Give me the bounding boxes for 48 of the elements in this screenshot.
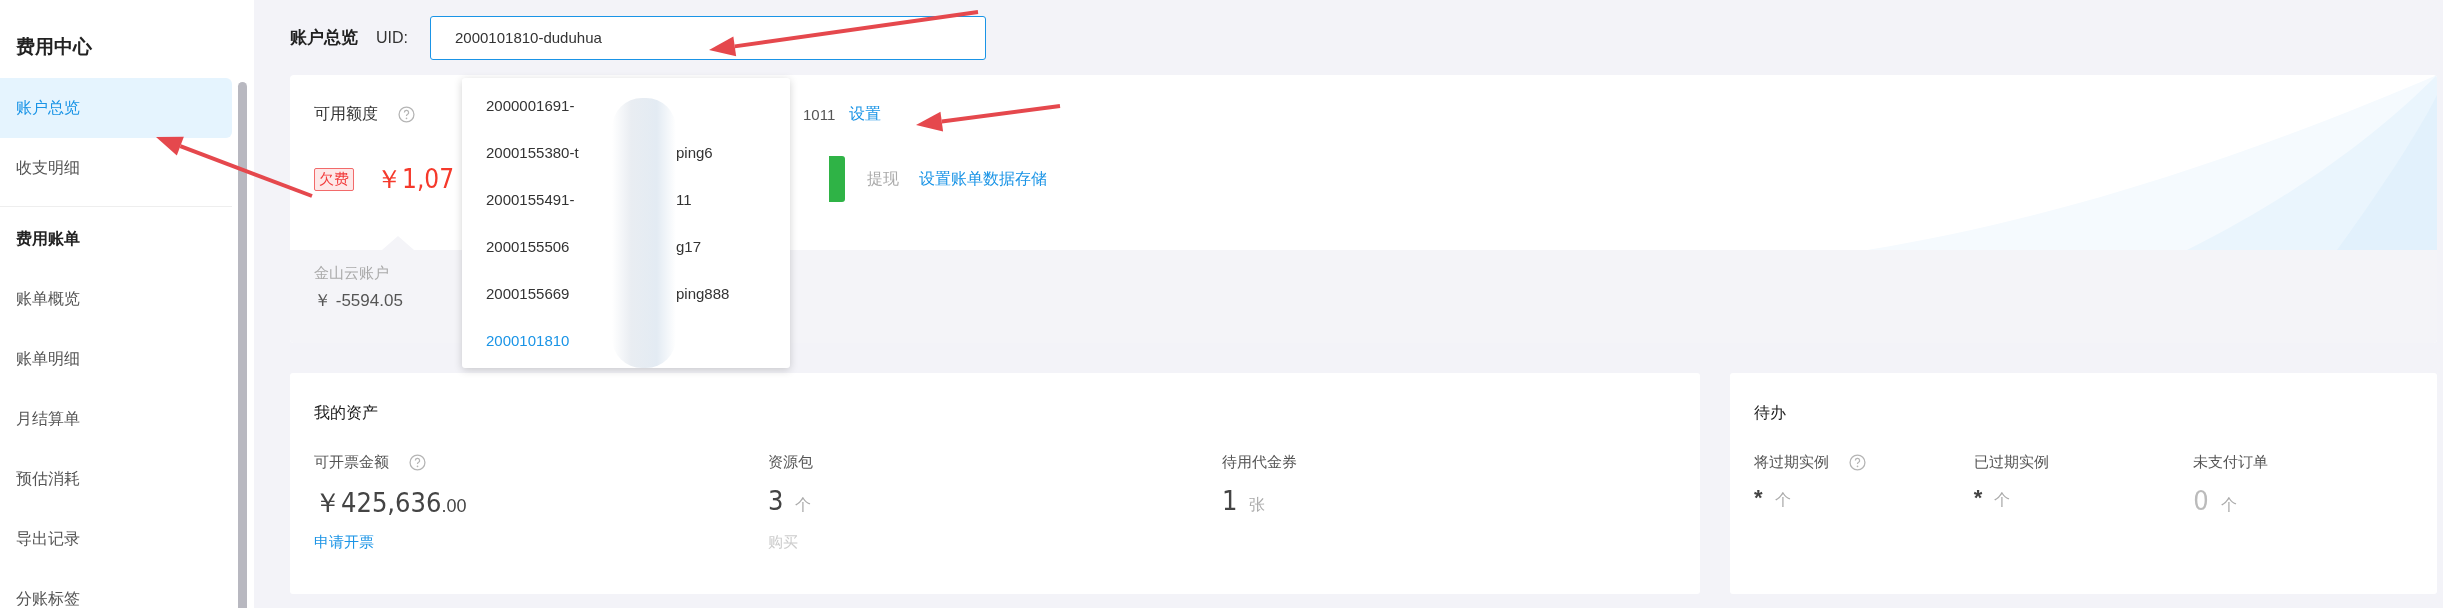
section-title: 可用额度 (314, 103, 378, 124)
stat-unit: 个 (795, 495, 812, 515)
stat-value: 1 (1222, 485, 1238, 516)
sidebar-item[interactable]: 账单概览 (0, 269, 232, 329)
stat-label: 未支付订单 (2193, 452, 2269, 472)
dropdown-option[interactable]: 2000155669 ping888 (462, 270, 790, 317)
card-title: 待办 (1754, 403, 1787, 423)
account-label: 金山云账户 (314, 264, 389, 283)
dropdown-option[interactable]: 2000155506 g17 (462, 223, 790, 270)
stat-decimals: .00 (441, 496, 467, 517)
card-title: 我的资产 (314, 403, 379, 423)
page-title: 账户总览 (290, 27, 358, 49)
recharge-button[interactable] (829, 156, 846, 202)
dropdown-option[interactable]: 2000155380-t ping6 (462, 129, 790, 176)
sidebar-section-title: 费用账单 (15, 229, 81, 249)
sidebar-item[interactable]: 分账标签 (0, 569, 232, 608)
stat-label: 已过期实例 (1973, 452, 2049, 472)
stat-label: 待用代金券 (1222, 452, 1297, 472)
help-icon[interactable] (409, 453, 426, 471)
help-icon[interactable] (1849, 453, 1866, 471)
stat-value: ￥425,636 (314, 486, 442, 520)
sidebar-item[interactable]: 账单明细 (0, 329, 232, 389)
sidebar-title: 费用中心 (15, 35, 93, 59)
sidebar-item[interactable]: 收支明细 (0, 138, 232, 198)
help-icon[interactable] (398, 105, 415, 123)
stat-unit: 个 (1994, 490, 2011, 510)
account-balance: ￥ -5594.05 (314, 290, 403, 312)
sidebar-item[interactable]: 预估消耗 (0, 449, 232, 509)
stat-value: * (1754, 485, 1763, 511)
dropdown-option[interactable]: 2000155491- 11 (462, 176, 790, 223)
stat-label: 资源包 (768, 452, 813, 472)
stat-unit: 张 (1249, 495, 1266, 515)
stat-value: 0 (2193, 485, 2209, 516)
stat-unit: 个 (2220, 495, 2237, 515)
uid-select[interactable]: 2000101810-duduhua (430, 15, 986, 60)
stat-label: 将过期实例 (1754, 452, 1829, 472)
stat-unit: 个 (1774, 490, 1791, 510)
dropdown-option[interactable]: 2000001691- (462, 82, 790, 129)
stat-value: 3 (768, 485, 784, 516)
balance-amount: ￥1,07 (376, 162, 455, 196)
uid-label: UID: (376, 28, 408, 47)
sidebar-item[interactable]: 月结算单 (0, 389, 232, 449)
alert-text: 1011 (803, 105, 836, 123)
arrears-badge: 欠费 (314, 167, 354, 191)
scrollbar-thumb[interactable] (238, 82, 247, 608)
stat-label: 可开票金额 (314, 452, 389, 472)
sidebar-item[interactable]: 导出记录 (0, 509, 232, 569)
stat-value: * (1973, 485, 1983, 511)
